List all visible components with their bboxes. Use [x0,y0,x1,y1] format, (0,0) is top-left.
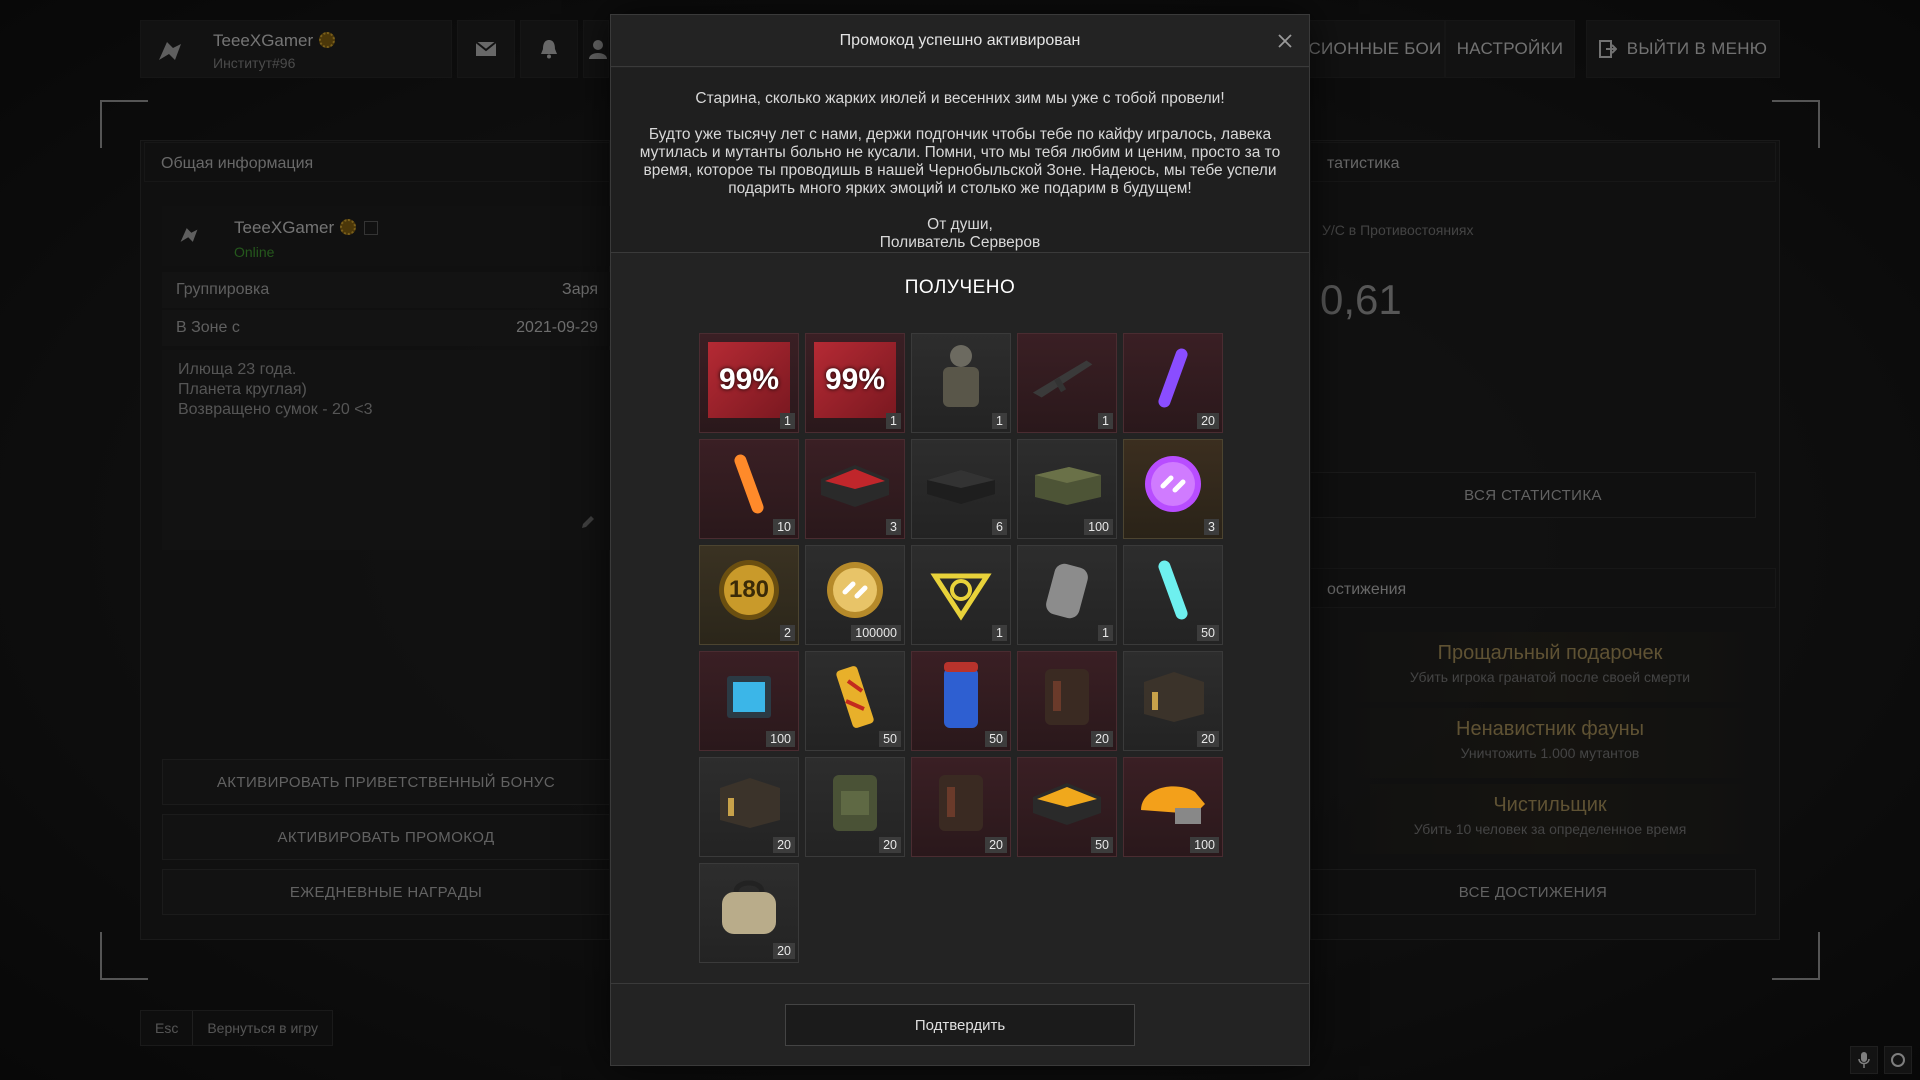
boost-99-icon: 99% [814,342,896,418]
reward-item[interactable]: 1 [1017,333,1117,433]
backpack-red-icon [1028,660,1106,732]
reward-item[interactable]: 99% 1 [699,333,799,433]
badge-number: 180 [728,576,770,603]
item-quantity: 20 [1197,731,1219,747]
reward-item[interactable]: 180 2 [699,545,799,645]
item-quantity: 100000 [851,625,901,641]
ammo-crate-icon [1028,448,1106,520]
reward-item[interactable]: 50 [805,651,905,751]
reward-item[interactable]: 20 [1123,651,1223,751]
reward-item[interactable]: 100 [1017,439,1117,539]
bag-icon [710,872,788,944]
reward-item[interactable]: 100 [1123,757,1223,857]
item-quantity: 3 [1204,519,1219,535]
reward-item[interactable]: 20 [911,757,1011,857]
close-icon[interactable] [1275,31,1295,51]
confirm-button[interactable]: Подтвердить [785,1004,1135,1046]
reward-item[interactable]: 6 [911,439,1011,539]
item-quantity: 20 [773,837,795,853]
item-quantity: 1 [1098,625,1113,641]
signature-author: Поливатель Серверов [879,234,1041,251]
blue-battery-icon [710,660,788,732]
backpack-red-icon [922,766,1000,838]
item-quantity: 100 [1190,837,1219,853]
reward-item[interactable]: 1 [1017,545,1117,645]
item-quantity: 6 [992,519,1007,535]
item-quantity: 20 [879,837,901,853]
item-quantity: 20 [1197,413,1219,429]
reward-item[interactable]: 3 [1123,439,1223,539]
reward-item[interactable]: 99% 1 [805,333,905,433]
reward-item[interactable]: 20 [1017,651,1117,751]
badge-180-icon: 180 [710,554,788,626]
promo-modal: Промокод успешно активирован Старина, ск… [610,14,1310,1066]
reward-item[interactable]: 1 [911,333,1011,433]
item-quantity: 50 [985,731,1007,747]
yellow-case-icon [1028,766,1106,838]
item-quantity: 10 [773,519,795,535]
reward-item[interactable]: 20 [699,863,799,963]
reward-item[interactable]: 50 [1123,545,1223,645]
armor-suit-icon [922,342,1000,414]
item-quantity: 20 [773,943,795,959]
boost-percent: 99% [824,363,886,396]
reward-item[interactable]: 100 [699,651,799,751]
gold-coin-icon [816,554,894,626]
green-pack-icon [816,766,894,838]
reward-item[interactable]: 100000 [805,545,905,645]
reward-item[interactable]: 20 [1123,333,1223,433]
item-quantity: 1 [992,413,1007,429]
yellow-grenade-icon [816,660,894,732]
rifle-icon [1028,342,1106,414]
orange-stick-icon [710,448,788,520]
item-quantity: 1 [992,625,1007,641]
reward-item[interactable]: 20 [699,757,799,857]
item-quantity: 1 [780,413,795,429]
item-quantity: 20 [985,837,1007,853]
modal-footer: Подтвердить [611,983,1309,1065]
reward-item[interactable]: 20 [805,757,905,857]
purple-token-icon [1134,448,1212,520]
boost-99-icon: 99% [708,342,790,418]
reward-item[interactable]: 50 [1017,757,1117,857]
item-quantity: 3 [886,519,901,535]
dark-case-icon [922,448,1000,520]
item-quantity: 50 [1197,625,1219,641]
item-quantity: 1 [1098,413,1113,429]
orange-helmet-icon [1134,766,1212,838]
purple-stick-icon [1134,342,1212,414]
item-quantity: 100 [1084,519,1113,535]
item-quantity: 100 [766,731,795,747]
message-paragraph: Будто уже тысячу лет с нами, держи подго… [639,126,1281,197]
modal-title: Промокод успешно активирован [611,15,1309,67]
dog-tag-icon [1028,554,1106,626]
red-case-icon [816,448,894,520]
modal-message: Старина, сколько жарких июлей и весенних… [611,68,1309,253]
reward-item[interactable]: 10 [699,439,799,539]
item-quantity: 50 [879,731,901,747]
item-quantity: 1 [886,413,901,429]
ammo-box-icon [1134,660,1212,732]
item-quantity: 2 [780,625,795,641]
reward-item[interactable]: 3 [805,439,905,539]
cyan-stick-icon [1134,554,1212,626]
signature-line: От души, [927,216,993,233]
message-line: Старина, сколько жарких июлей и весенних… [695,90,1225,107]
boost-percent: 99% [718,363,780,396]
reward-item[interactable]: 1 [911,545,1011,645]
blue-can-icon [922,660,1000,732]
item-quantity: 20 [1091,731,1113,747]
ammo-box-icon [710,766,788,838]
artifact-triangle-icon [922,554,1000,626]
reward-item[interactable]: 50 [911,651,1011,751]
received-heading: ПОЛУЧЕНО [904,277,1016,298]
item-quantity: 50 [1091,837,1113,853]
